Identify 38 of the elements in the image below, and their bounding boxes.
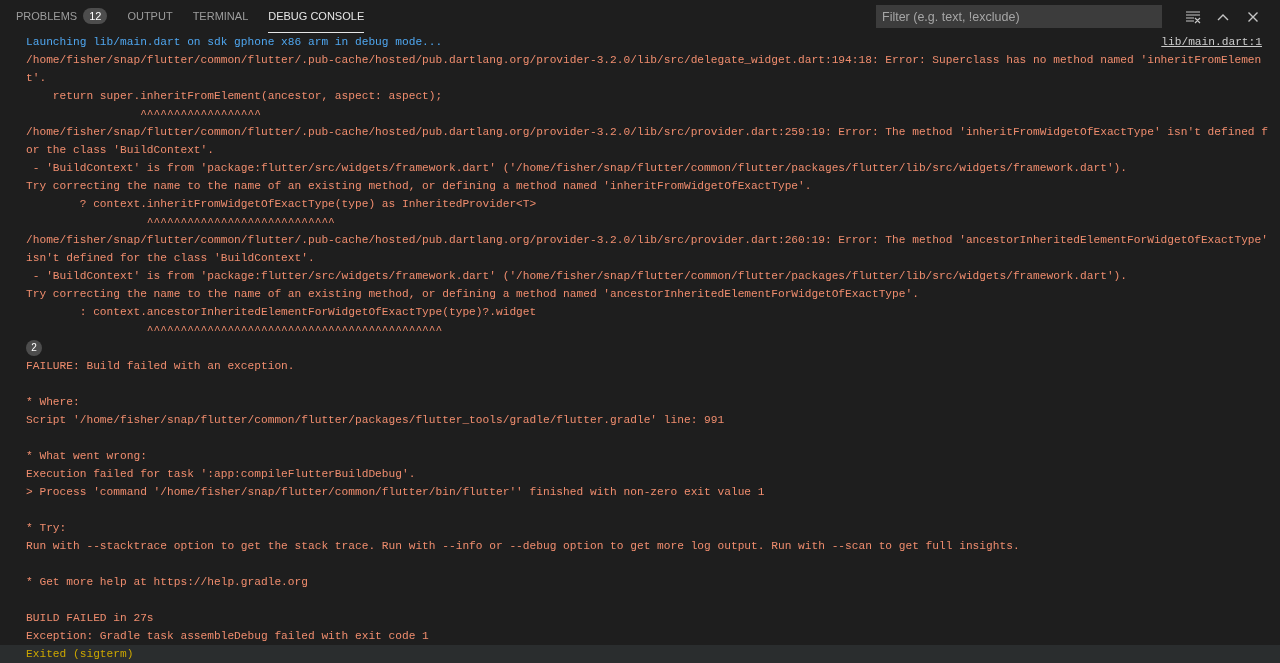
panel-tab[interactable]: PROBLEMS 12 — [16, 0, 108, 33]
console-line: /home/fisher/snap/flutter/common/flutter/.pub-cache/hosted/pub.dartlang.org/provider-3.2.0/lib/src/delegate_widget.dart:194:18: Error: Superclass has no method named 'inheritFromElemen — [26, 53, 1262, 68]
console-line: : context.ancestorInheritedElementForWidgetOfExactType(type)?.widget — [78, 305, 537, 320]
console-line: * Try: — [26, 521, 67, 536]
console-line: - 'BuildContext' is from 'package:flutter/src/widgets/framework.dart' ('/home/fisher/snap/flutter/common/flutter/packages/flutter/lib/src/widgets/framework.dart'). — [31, 269, 1128, 284]
clear-console-icon[interactable] — [1185, 8, 1201, 25]
console-line: Launching lib/main.dart on sdk gphone x86 arm in debug mode... — [26, 35, 443, 50]
count-badge: 12 — [83, 8, 108, 24]
console-line: * Get more help at https://help.gradle.org — [26, 575, 308, 590]
console-line: or the class 'BuildContext'. — [26, 143, 214, 158]
console-line: Exited (sigterm) — [26, 647, 134, 662]
console-line: Execution failed for task ':app:compileFlutterBuildDebug'. — [26, 467, 416, 482]
console-line: Try correcting the name to the name of an existing method, or defining a method named 'ancestorInheritedElementForWidgetOfExactType'. — [26, 287, 919, 302]
console-line: /home/fisher/snap/flutter/common/flutter/.pub-cache/hosted/pub.dartlang.org/provider-3.2.0/lib/src/provider.dart:260:19: Error: The method 'ancestorInheritedElementForWidgetOfExactType' — [26, 233, 1268, 248]
console-line: ^^^^^^^^^^^^^^^^^^ — [139, 107, 261, 122]
console-line: Exception: Gradle task assembleDebug failed with exit code 1 — [26, 629, 429, 644]
console-line: BUILD FAILED in 27s — [26, 611, 154, 626]
console-line: ^^^^^^^^^^^^^^^^^^^^^^^^^^^^ — [145, 215, 335, 230]
console-line: FAILURE: Build failed with an exception. — [26, 359, 295, 374]
panel-tab[interactable]: DEBUG CONSOLE — [268, 0, 365, 33]
console-line: Try correcting the name to the name of an existing method, or defining a method named 'inheritFromWidgetOfExactType'. — [26, 179, 812, 194]
panel-tab[interactable]: TERMINAL — [192, 0, 249, 33]
console-line: ? context.inheritFromWidgetOfExactType(type) as InheritedProvider<T> — [78, 197, 537, 212]
console-line: Script '/home/fisher/snap/flutter/common/flutter/packages/flutter_tools/gradle/flutter.gradle' line: 991 — [26, 413, 725, 428]
console-line: * What went wrong: — [26, 449, 147, 464]
console-line: isn't defined for the class 'BuildContext'. — [26, 251, 315, 266]
console-line: - 'BuildContext' is from 'package:flutter/src/widgets/framework.dart' ('/home/fisher/snap/flutter/common/flutter/packages/flutter/lib/src/widgets/framework.dart'). — [31, 161, 1128, 176]
filter-field[interactable]: Filter (e.g. text, !exclude) — [876, 5, 1162, 28]
console-line: return super.inheritFromElement(ancestor, aspect: aspect); — [51, 89, 443, 104]
console-line: * Where: — [26, 395, 80, 410]
console-line: t'. — [26, 71, 47, 86]
panel-tab[interactable]: OUTPUT — [127, 0, 173, 33]
console-line: ^^^^^^^^^^^^^^^^^^^^^^^^^^^^^^^^^^^^^^^^^^^^ — [145, 323, 443, 338]
repeat-count-badge: 2 — [26, 340, 42, 356]
console-line: /home/fisher/snap/flutter/common/flutter/.pub-cache/hosted/pub.dartlang.org/provider-3.2.0/lib/src/provider.dart:259:19: Error: The method 'inheritFromWidgetOfExactType' isn't defined f — [26, 125, 1268, 140]
source-link[interactable]: lib/main.dart:1 — [1161, 33, 1262, 51]
console-line: > Process 'command '/home/fisher/snap/flutter/common/flutter/bin/flutter'' finished with non-zero exit value 1 — [26, 485, 765, 500]
console-line: Run with --stacktrace option to get the stack trace. Run with --info or --debug option to get more log output. Run with --scan to get full insights. — [26, 539, 1020, 554]
